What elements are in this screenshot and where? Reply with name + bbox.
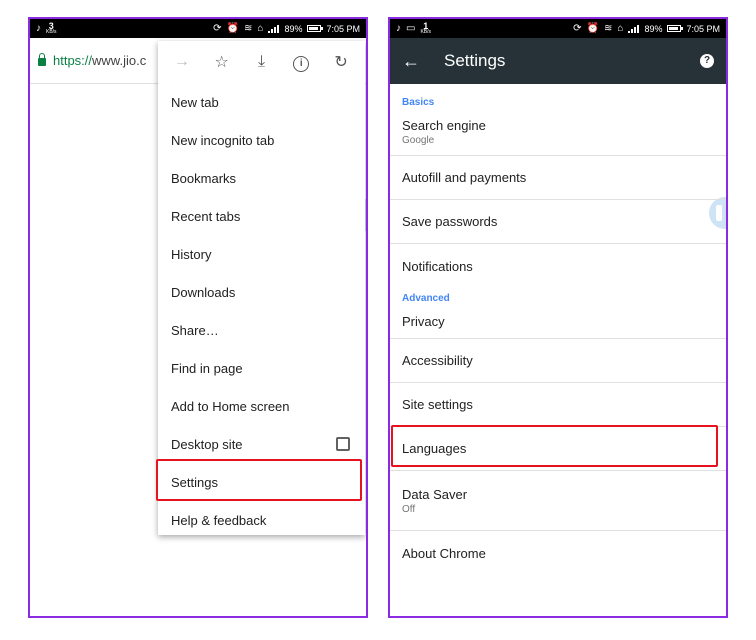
site-settings-highlight-box [391,425,718,467]
menu-icon-row: → ☆ ⤓ i ↻ [158,41,365,83]
phone-screen-settings: ♪ ▭ 1 KB/s ⟳ ⏰ ≋ ⌂ 89% 7:05 PM ← Setting… [388,17,728,618]
lock-icon [38,53,46,66]
status-bar: ♪ ▭ 1 KB/s ⟳ ⏰ ≋ ⌂ 89% 7:05 PM [390,19,726,38]
music-icon: ♪ [396,22,401,34]
menu-item-new-tab[interactable]: New tab [158,83,365,121]
sync-icon: ⟳ [213,22,222,34]
settings-row-privacy[interactable]: Privacy [390,304,726,339]
alarm-icon: ⏰ [226,22,240,34]
settings-row-autofill-payments[interactable]: Autofill and payments [390,156,726,200]
clock: 7:05 PM [686,23,720,34]
music-icon: ♪ [36,22,41,34]
signal-icon [268,24,280,33]
menu-item-find-in-page[interactable]: Find in page [158,349,365,387]
settings-app-bar: ← Settings ? [390,38,726,84]
status-bar: ♪ 3 KB/s ⟳ ⏰ ≋ ⌂ 89% 7:05 PM [30,19,366,38]
network-speed: 3 KB/s [46,20,57,35]
menu-item-new-incognito-tab[interactable]: New incognito tab [158,121,365,159]
battery-percent: 89% [644,23,663,34]
settings-list: Basics Search engine Google Autofill and… [390,84,726,575]
sync-icon: ⟳ [573,22,582,34]
menu-item-recent-tabs[interactable]: Recent tabs [158,197,365,235]
wifi-icon: ≋ [244,22,253,34]
menu-item-downloads[interactable]: Downloads [158,273,365,311]
wifi-icon: ≋ [604,22,613,34]
network-speed: 1 KB/s [420,20,432,35]
hotspot-icon: ⌂ [617,22,624,34]
refresh-icon[interactable]: ↻ [329,52,353,72]
section-header-basics: Basics [402,97,435,108]
signal-icon [628,24,640,33]
settings-row-site-settings[interactable]: Site settings [390,383,726,427]
address-bar[interactable]: https://www.jio.c [38,53,146,68]
menu-item-help-feedback[interactable]: Help & feedback [158,501,365,539]
battery-percent: 89% [284,23,303,34]
settings-row-data-saver[interactable]: Data Saver Off [390,471,726,531]
image-icon: ▭ [406,22,416,34]
url-text: https://www.jio.c [53,53,147,68]
menu-item-share[interactable]: Share… [158,311,365,349]
settings-highlight-box [156,459,362,501]
desktop-site-checkbox[interactable] [336,437,350,451]
menu-item-add-to-home-screen[interactable]: Add to Home screen [158,387,365,425]
settings-row-save-passwords[interactable]: Save passwords [390,200,726,244]
clock: 7:05 PM [326,23,360,34]
download-icon[interactable]: ⤓ [249,53,273,71]
battery-icon [667,25,684,32]
alarm-icon: ⏰ [586,22,600,34]
battery-icon [307,25,324,32]
settings-row-about-chrome[interactable]: About Chrome [390,531,726,575]
settings-row-notifications[interactable]: Notifications [390,244,726,288]
menu-item-history[interactable]: History [158,235,365,273]
hotspot-icon: ⌂ [257,22,264,34]
menu-item-desktop-site[interactable]: Desktop site [158,425,365,463]
info-icon[interactable]: i [289,53,313,72]
settings-row-search-engine[interactable]: Search engine Google [390,108,726,156]
menu-item-bookmarks[interactable]: Bookmarks [158,159,365,197]
section-header-advanced: Advanced [402,293,450,304]
page-title: Settings [444,51,506,70]
phone-screen-chrome-menu: ♪ 3 KB/s ⟳ ⏰ ≋ ⌂ 89% 7:05 PM https://www… [28,17,368,618]
settings-row-accessibility[interactable]: Accessibility [390,339,726,383]
star-icon[interactable]: ☆ [210,52,234,72]
back-arrow-icon[interactable]: ← [402,51,426,72]
forward-arrow-icon[interactable]: → [170,53,194,71]
help-icon[interactable]: ? [700,54,714,68]
